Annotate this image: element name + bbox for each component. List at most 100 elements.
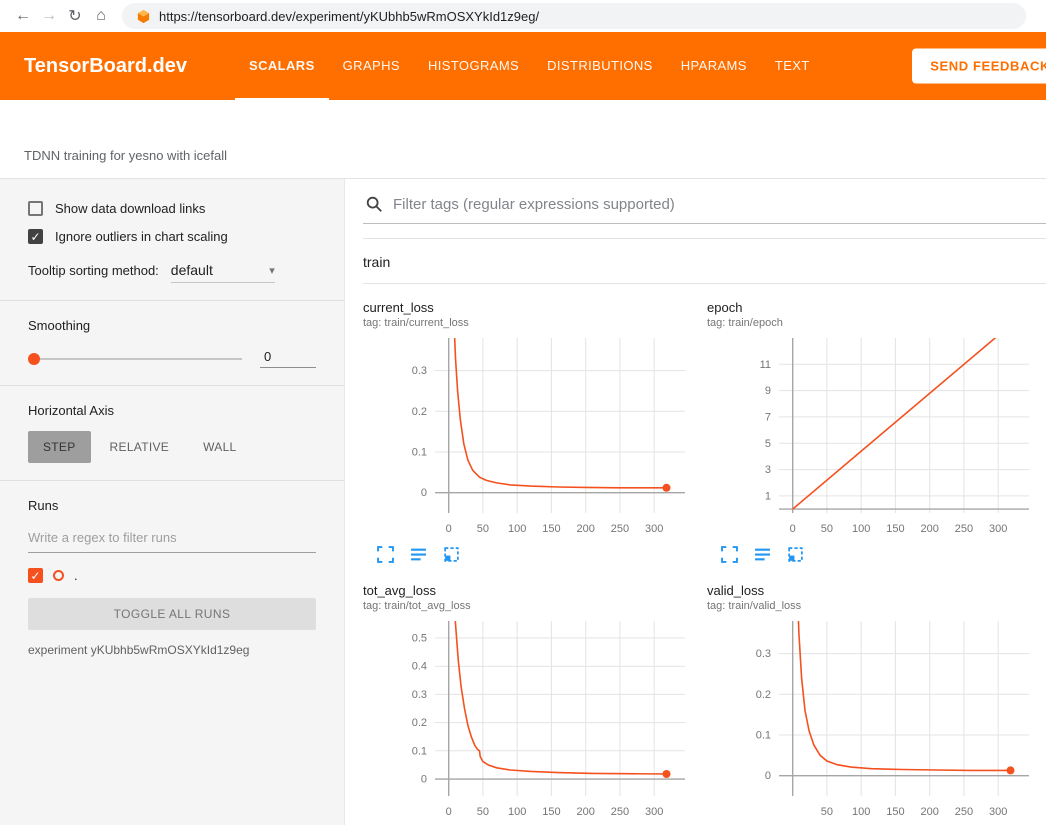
- fit-domain-icon[interactable]: [787, 546, 804, 563]
- chart-toolbar: [707, 546, 1037, 563]
- tensorboard-favicon-icon: [136, 9, 151, 24]
- svg-text:0: 0: [765, 770, 771, 782]
- axis-wall-button[interactable]: WALL: [188, 431, 251, 463]
- svg-text:200: 200: [577, 523, 595, 535]
- svg-text:0.2: 0.2: [756, 689, 771, 701]
- svg-text:250: 250: [955, 806, 973, 818]
- tab-scalars[interactable]: SCALARS: [235, 32, 329, 100]
- chart-card-epoch: epoch tag: train/epoch 13579110501001502…: [707, 300, 1037, 563]
- refresh-icon[interactable]: ↻: [62, 3, 88, 29]
- svg-text:200: 200: [577, 806, 595, 818]
- run-color-swatch-icon: [53, 570, 64, 581]
- svg-text:0.3: 0.3: [412, 689, 427, 701]
- svg-text:3: 3: [765, 464, 771, 476]
- experiment-id-caption: experiment yKUbhb5wRmOSXYkId1z9eg: [28, 643, 316, 657]
- chart-title: current_loss: [363, 300, 693, 315]
- smoothing-slider[interactable]: [28, 352, 242, 366]
- chart-toolbar: [363, 546, 693, 563]
- svg-text:0: 0: [790, 523, 796, 535]
- svg-text:0.1: 0.1: [412, 447, 427, 459]
- runs-filter-input[interactable]: [28, 523, 316, 553]
- axis-step-button[interactable]: STEP: [28, 431, 91, 463]
- chart-tag: tag: train/current_loss: [363, 317, 693, 329]
- run-list-item[interactable]: .: [28, 568, 316, 583]
- line-chart[interactable]: 1357911050100150200250300: [707, 333, 1037, 544]
- app-header: TensorBoard.dev SCALARS GRAPHS HISTOGRAM…: [0, 32, 1046, 100]
- svg-text:9: 9: [765, 385, 771, 397]
- svg-text:150: 150: [542, 806, 560, 818]
- data-table-icon[interactable]: [754, 546, 771, 563]
- divider: [0, 480, 344, 481]
- ignore-outliers-checkbox[interactable]: [28, 229, 43, 244]
- horizontal-axis-label: Horizontal Axis: [28, 403, 316, 418]
- forward-icon[interactable]: →: [36, 3, 62, 29]
- line-chart[interactable]: 00.10.20.30.40.5050100150200250300: [363, 616, 693, 825]
- runs-label: Runs: [28, 498, 316, 513]
- svg-text:250: 250: [611, 523, 629, 535]
- home-icon[interactable]: ⌂: [88, 3, 114, 29]
- svg-text:0: 0: [446, 806, 452, 818]
- tab-hparams[interactable]: HPARAMS: [667, 32, 761, 100]
- svg-text:100: 100: [852, 806, 870, 818]
- divider: [0, 300, 344, 301]
- axis-relative-button[interactable]: RELATIVE: [95, 431, 185, 463]
- line-chart[interactable]: 00.10.20.350100150200250300: [707, 616, 1037, 825]
- tab-distributions[interactable]: DISTRIBUTIONS: [533, 32, 667, 100]
- content: Show data download links Ignore outliers…: [0, 179, 1046, 825]
- data-table-icon[interactable]: [410, 546, 427, 563]
- settings-sidebar: Show data download links Ignore outliers…: [0, 179, 345, 825]
- back-icon[interactable]: ←: [10, 3, 36, 29]
- svg-text:150: 150: [542, 523, 560, 535]
- tag-filter-row: [363, 189, 1046, 224]
- svg-text:0.1: 0.1: [412, 745, 427, 757]
- svg-text:0.4: 0.4: [412, 661, 427, 673]
- svg-text:150: 150: [886, 806, 904, 818]
- tab-text[interactable]: TEXT: [761, 32, 824, 100]
- svg-text:100: 100: [508, 806, 526, 818]
- chart-tag: tag: train/epoch: [707, 317, 1037, 329]
- tag-filter-input[interactable]: [393, 196, 1046, 213]
- svg-text:300: 300: [989, 806, 1007, 818]
- send-feedback-button[interactable]: SEND FEEDBACK: [912, 49, 1046, 84]
- chart-title: valid_loss: [707, 583, 1037, 598]
- show-download-links-label: Show data download links: [55, 201, 205, 216]
- svg-text:200: 200: [921, 806, 939, 818]
- train-section-header[interactable]: train: [363, 239, 1046, 284]
- smoothing-slider-thumb[interactable]: [28, 353, 40, 365]
- toggle-all-runs-button[interactable]: TOGGLE ALL RUNS: [28, 598, 316, 630]
- svg-text:0.3: 0.3: [756, 648, 771, 660]
- scalars-dashboard: train current_loss tag: train/current_lo…: [345, 179, 1046, 825]
- url-text: https://tensorboard.dev/experiment/yKUbh…: [159, 9, 539, 24]
- line-chart[interactable]: 00.10.20.3050100150200250300: [363, 333, 693, 544]
- expand-chart-icon[interactable]: [377, 546, 394, 563]
- nav-tabs: SCALARS GRAPHS HISTOGRAMS DISTRIBUTIONS …: [235, 32, 824, 100]
- tooltip-sorting-label: Tooltip sorting method:: [28, 263, 159, 278]
- svg-text:150: 150: [886, 523, 904, 535]
- svg-text:300: 300: [645, 523, 663, 535]
- tooltip-sorting-dropdown[interactable]: default ▾: [171, 262, 275, 283]
- chart-title: tot_avg_loss: [363, 583, 693, 598]
- svg-text:250: 250: [955, 523, 973, 535]
- smoothing-slider-track: [28, 358, 242, 360]
- svg-text:0.2: 0.2: [412, 406, 427, 418]
- run-name: .: [74, 568, 78, 583]
- ignore-outliers-label: Ignore outliers in chart scaling: [55, 229, 228, 244]
- smoothing-label: Smoothing: [28, 318, 316, 333]
- svg-text:50: 50: [477, 806, 489, 818]
- experiment-title: TDNN training for yesno with icefall: [0, 100, 1046, 179]
- svg-text:11: 11: [760, 359, 771, 371]
- expand-chart-icon[interactable]: [721, 546, 738, 563]
- svg-text:50: 50: [477, 523, 489, 535]
- svg-text:100: 100: [508, 523, 526, 535]
- show-download-links-checkbox[interactable]: [28, 201, 43, 216]
- chart-card-valid-loss: valid_loss tag: train/valid_loss 00.10.2…: [707, 583, 1037, 825]
- tab-histograms[interactable]: HISTOGRAMS: [414, 32, 533, 100]
- charts-grid: current_loss tag: train/current_loss 0 0.…: [363, 284, 1046, 825]
- svg-text:0.1: 0.1: [756, 730, 771, 742]
- divider: [0, 385, 344, 386]
- tab-graphs[interactable]: GRAPHS: [329, 32, 414, 100]
- address-bar[interactable]: https://tensorboard.dev/experiment/yKUbh…: [122, 3, 1026, 29]
- smoothing-value-field[interactable]: 0: [260, 349, 316, 368]
- run-checkbox[interactable]: [28, 568, 43, 583]
- fit-domain-icon[interactable]: [443, 546, 460, 563]
